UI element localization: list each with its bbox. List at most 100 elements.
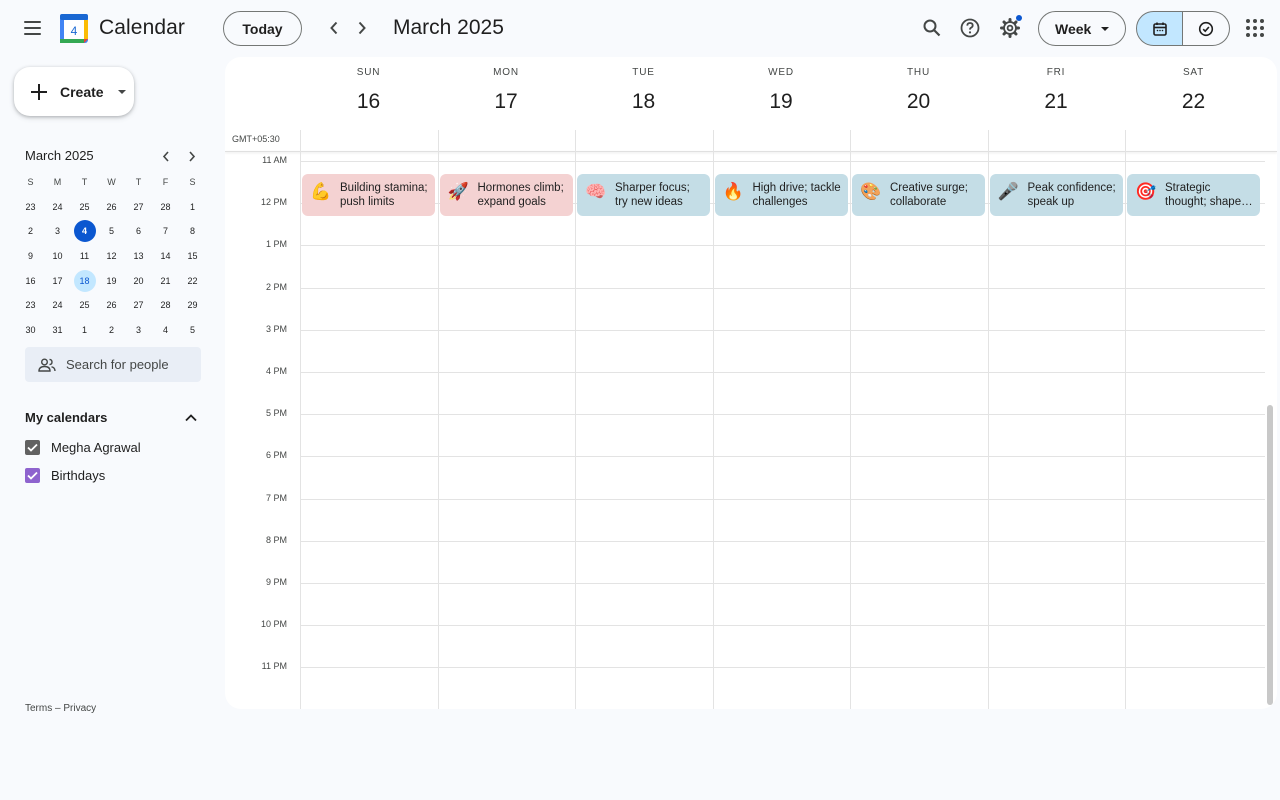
mini-calendar-day[interactable]: 7 — [152, 220, 179, 242]
calendar-item[interactable]: Birthdays — [25, 468, 201, 483]
mini-calendar-day[interactable]: 23 — [17, 196, 44, 218]
mini-prev-month-icon[interactable] — [156, 146, 176, 166]
mini-calendar-day-number: 22 — [187, 275, 198, 286]
calendar-event[interactable]: 🚀 Hormones climb; expand goals — [439, 174, 573, 216]
hour-line — [300, 667, 1265, 669]
mini-calendar-day[interactable]: 5 — [179, 319, 206, 341]
mini-calendar-day[interactable]: 30 — [17, 319, 44, 341]
day-header[interactable]: WED 19 — [713, 57, 850, 130]
mini-calendar-day[interactable]: 23 — [17, 294, 44, 316]
mini-calendar-day[interactable]: 18 — [71, 269, 98, 292]
mini-calendar-day[interactable]: 6 — [125, 220, 152, 242]
mini-calendar-day[interactable]: 3 — [125, 319, 152, 341]
apps-icon[interactable] — [1240, 13, 1270, 43]
calendar-item[interactable]: Megha Agrawal — [25, 440, 201, 455]
calendar-event[interactable]: 🧠 Sharper focus; try new ideas — [577, 174, 710, 216]
mini-calendar-day[interactable]: 17 — [44, 270, 71, 292]
mini-calendar-day[interactable]: 3 — [44, 220, 71, 242]
mini-calendar-day-number: 26 — [106, 300, 117, 311]
day-header[interactable]: TUE 18 — [575, 57, 712, 130]
mini-calendar-day[interactable]: 2 — [17, 220, 44, 242]
mini-calendar-day[interactable]: 12 — [98, 245, 125, 267]
tasks-view-toggle[interactable] — [1182, 11, 1230, 46]
scrollbar[interactable] — [1267, 405, 1273, 705]
mini-calendar-day[interactable]: 4 — [152, 319, 179, 341]
today-button[interactable]: Today — [223, 11, 302, 46]
help-icon[interactable] — [955, 13, 985, 43]
privacy-link[interactable]: Privacy — [63, 703, 96, 714]
mini-calendar-day[interactable]: 13 — [125, 245, 152, 267]
mini-calendar-day[interactable]: 28 — [152, 196, 179, 218]
next-week-icon[interactable] — [348, 14, 376, 42]
mini-calendar-day-number: 3 — [135, 324, 141, 335]
day-of-week: FRI — [1046, 67, 1066, 78]
terms-link[interactable]: Terms — [25, 703, 52, 714]
calendar-view-toggle[interactable] — [1136, 11, 1183, 46]
day-number[interactable]: 22 — [1125, 90, 1262, 114]
mini-calendar-day-number: 25 — [79, 201, 90, 212]
menu-icon[interactable] — [12, 8, 52, 48]
mini-calendar-day[interactable]: 19 — [98, 270, 125, 292]
mini-calendar-day[interactable]: 14 — [152, 245, 179, 267]
checkbox-checked-icon[interactable] — [25, 468, 40, 483]
day-number[interactable]: 21 — [988, 90, 1125, 114]
mini-calendar-day-number: 10 — [52, 251, 63, 262]
mini-calendar-day[interactable]: 28 — [152, 294, 179, 316]
mini-calendar-day[interactable]: 5 — [98, 220, 125, 242]
view-selector[interactable]: Week — [1038, 11, 1126, 46]
day-header[interactable]: FRI 21 — [988, 57, 1125, 130]
mini-calendar-day[interactable]: 27 — [125, 294, 152, 316]
plus-icon — [30, 83, 48, 101]
mini-calendar-day[interactable]: 26 — [98, 196, 125, 218]
mini-calendar-day[interactable]: 15 — [179, 245, 206, 267]
mini-calendar-day[interactable]: 21 — [152, 270, 179, 292]
day-number[interactable]: 17 — [438, 90, 575, 114]
day-number[interactable]: 18 — [575, 90, 712, 114]
calendar-event[interactable]: 🎨 Creative surge; collaborate — [852, 174, 985, 216]
day-number[interactable]: 19 — [713, 90, 850, 114]
day-number[interactable]: 20 — [850, 90, 987, 114]
mini-next-month-icon[interactable] — [182, 146, 202, 166]
day-number[interactable]: 16 — [300, 90, 437, 114]
mini-calendar-day[interactable]: 26 — [98, 294, 125, 316]
current-period: March 2025 — [393, 16, 504, 39]
prev-week-icon[interactable] — [320, 14, 348, 42]
mini-calendar-day[interactable]: 2 — [98, 319, 125, 341]
mini-calendar-day[interactable]: 29 — [179, 294, 206, 316]
checkbox-checked-icon[interactable] — [25, 440, 40, 455]
day-header[interactable]: SUN 16 — [300, 57, 437, 130]
my-calendars-header[interactable]: My calendars — [25, 410, 201, 425]
mini-calendar-day[interactable]: 8 — [179, 220, 206, 242]
day-header[interactable]: SAT 22 — [1125, 57, 1262, 130]
mini-calendar-day[interactable]: 16 — [17, 270, 44, 292]
day-header[interactable]: MON 17 — [438, 57, 575, 130]
mini-calendar-day-number: 29 — [187, 300, 198, 311]
search-icon[interactable] — [917, 13, 947, 43]
mini-calendar-day[interactable]: 1 — [71, 319, 98, 341]
mini-calendar-day[interactable]: 25 — [71, 294, 98, 316]
hour-label: 11 AM — [262, 155, 287, 165]
mini-calendar-day[interactable]: 22 — [179, 270, 206, 292]
hour-label: 7 PM — [265, 492, 287, 503]
calendar-event[interactable]: 🎤 Peak confidence; speak up — [989, 174, 1123, 216]
day-header[interactable]: THU 20 — [850, 57, 987, 130]
mini-calendar-day[interactable]: 9 — [17, 245, 44, 267]
hour-line — [300, 414, 1265, 416]
calendar-event[interactable]: 🎯 Strategic thought; shape plans — [1127, 174, 1260, 216]
event-emoji-icon: 🎨 — [860, 182, 882, 201]
mini-calendar-day[interactable]: 31 — [44, 319, 71, 341]
mini-calendar-day[interactable]: 10 — [44, 245, 71, 267]
people-search[interactable]: Search for people — [25, 347, 201, 382]
calendar-event[interactable]: 🔥 High drive; tackle challenges — [714, 174, 848, 216]
mini-calendar-day[interactable]: 27 — [125, 196, 152, 218]
mini-calendar-day[interactable]: 24 — [44, 196, 71, 218]
calendar-event[interactable]: 💪 Building stamina; push limits — [302, 174, 435, 216]
mini-calendar-day[interactable]: 4 — [71, 220, 98, 243]
mini-calendar-day[interactable]: 20 — [125, 270, 152, 292]
create-button[interactable]: Create — [14, 67, 134, 116]
mini-calendar-day[interactable]: 24 — [44, 294, 71, 316]
mini-calendar-day[interactable]: 1 — [179, 196, 206, 218]
mini-calendar-day[interactable]: 11 — [71, 245, 98, 267]
hour-label: 2 PM — [265, 281, 287, 292]
mini-calendar-day[interactable]: 25 — [71, 196, 98, 218]
